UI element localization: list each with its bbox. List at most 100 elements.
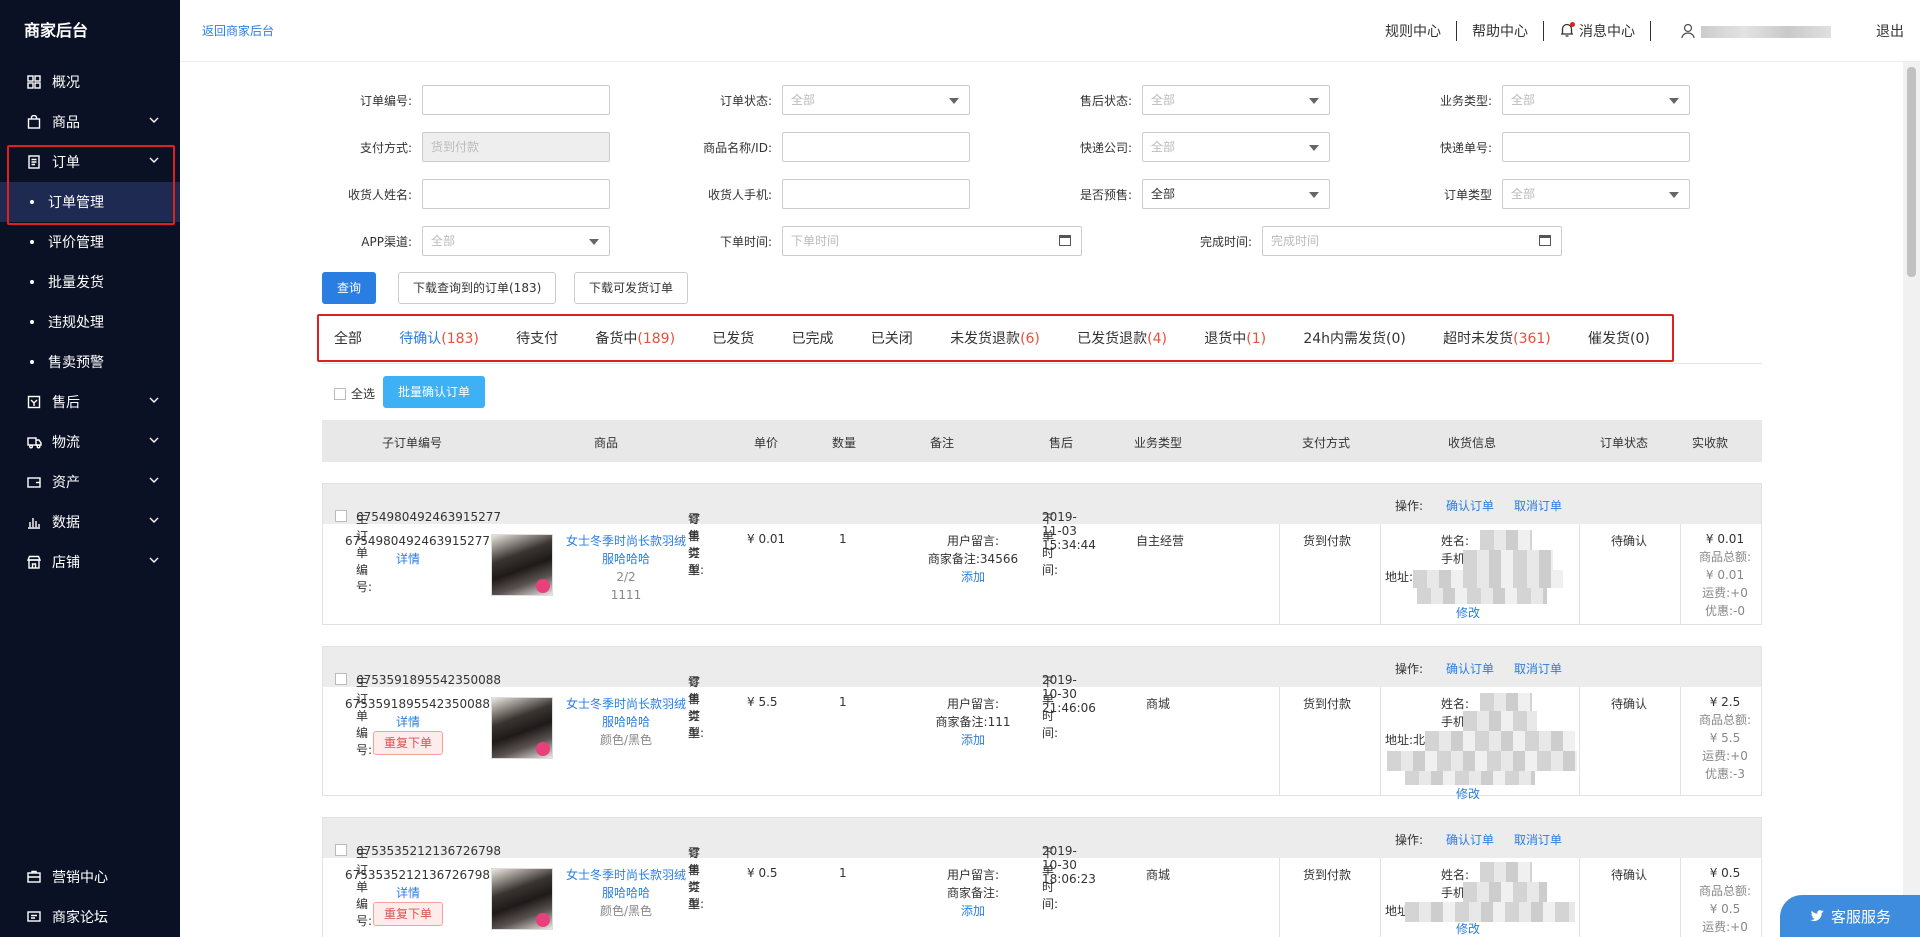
aftersale-status-select[interactable]: 全部 (1142, 85, 1330, 115)
menu-label: 数据 (52, 515, 80, 531)
filter-label: 订单类型 (1443, 187, 1492, 202)
add-note-link[interactable]: 添加 (883, 568, 1063, 586)
tab-pending-confirm[interactable]: 待确认(183) (399, 328, 479, 348)
order-card: 主订单编号: 6754980492463915277 订单类型: 零售订单 下单时间… (322, 483, 1762, 625)
order-status-select[interactable]: 全部 (782, 85, 970, 115)
detail-link[interactable]: 详情 (345, 550, 471, 568)
tab-pending-payment[interactable]: 待支付 (516, 328, 558, 348)
scrollbar-thumb[interactable] (1907, 67, 1916, 277)
help-center-link[interactable]: 帮助中心 (1457, 21, 1543, 41)
cancel-order-link[interactable]: 取消订单 (1514, 660, 1562, 677)
menu-orders[interactable]: 订单 (0, 142, 180, 182)
menu-assets[interactable]: 资产 (0, 462, 180, 502)
confirm-order-link[interactable]: 确认订单 (1446, 831, 1494, 848)
user-menu[interactable] (1651, 23, 1861, 40)
chevron-down-icon (149, 117, 159, 123)
confirm-order-link[interactable]: 确认订单 (1446, 497, 1494, 514)
menu-products[interactable]: 商品 (0, 102, 180, 142)
download-shippable-button[interactable]: 下载可发货订单 (574, 272, 689, 304)
filter-label: 订单状态: (719, 93, 772, 108)
vertical-scrollbar[interactable] (1903, 62, 1920, 937)
filter-label: 支付方式: (359, 140, 412, 155)
reorder-button[interactable]: 重复下单 (372, 902, 443, 926)
presale-select[interactable]: 全部 (1142, 179, 1330, 209)
add-note-link[interactable]: 添加 (883, 731, 1063, 749)
logout-link[interactable]: 退出 (1861, 21, 1920, 41)
menu-store[interactable]: 店铺 (0, 542, 180, 582)
amount-cell: ¥ 0.01 商品总额: ¥ 0.01 运费:+0 优惠:-0 (1685, 530, 1765, 620)
order-type-select[interactable]: 全部 (1502, 179, 1690, 209)
filter-label: 下单时间: (719, 234, 772, 249)
finish-time-picker[interactable]: 完成时间 (1262, 226, 1562, 256)
sidebar-item-batch-shipping[interactable]: 批量发货 (0, 262, 180, 302)
menu-overview[interactable]: 概况 (0, 62, 180, 102)
business-type-select[interactable]: 全部 (1502, 85, 1690, 115)
order-time-picker[interactable]: 下单时间 (782, 226, 1082, 256)
product-name-link[interactable]: 女士冬季时尚长款羽绒服哈哈哈 (563, 695, 689, 731)
tab-preparing[interactable]: 备货中(189) (595, 328, 675, 348)
tab-urge-shipping[interactable]: 催发货(0) (1588, 328, 1650, 348)
batch-confirm-button[interactable]: 批量确认订单 (383, 376, 486, 408)
receiver-phone-input[interactable] (782, 179, 970, 209)
product-cell: 女士冬季时尚长款羽绒服哈哈哈 2/2 1111 (563, 532, 689, 604)
menu-data[interactable]: 数据 (0, 502, 180, 542)
courier-select[interactable]: 全部 (1142, 132, 1330, 162)
download-queried-button[interactable]: 下载查询到的订单(183) (398, 272, 557, 304)
col-product: 商品 (594, 436, 619, 450)
divider (1579, 858, 1580, 937)
product-input[interactable] (782, 132, 970, 162)
edit-address-link[interactable]: 修改 (1383, 920, 1553, 937)
receiver-name-input[interactable] (422, 179, 610, 209)
cancel-order-link[interactable]: 取消订单 (1514, 497, 1562, 514)
tab-overdue[interactable]: 超时未发货(361) (1443, 328, 1551, 348)
select-value: 全部 (1151, 140, 1176, 154)
sidebar-item-violations[interactable]: 违规处理 (0, 302, 180, 342)
tab-completed[interactable]: 已完成 (792, 328, 834, 348)
app-channel-select[interactable]: 全部 (422, 226, 610, 256)
order-no-input[interactable] (422, 85, 610, 115)
tab-closed[interactable]: 已关闭 (871, 328, 913, 348)
sidebar-item-sales-alert[interactable]: 售卖预警 (0, 342, 180, 382)
tracking-input[interactable] (1502, 132, 1690, 162)
filter-aftersale-status: 售后状态: 全部 (1042, 85, 1330, 115)
cancel-order-link[interactable]: 取消订单 (1514, 831, 1562, 848)
menu-logistics[interactable]: 物流 (0, 422, 180, 462)
product-thumbnail[interactable] (491, 534, 553, 596)
product-name-link[interactable]: 女士冬季时尚长款羽绒服哈哈哈 (563, 532, 689, 568)
tab-refund-shipped[interactable]: 已发货退款(4) (1077, 328, 1167, 348)
product-thumbnail[interactable] (491, 868, 553, 930)
reorder-button[interactable]: 重复下单 (372, 731, 443, 755)
confirm-order-link[interactable]: 确认订单 (1446, 660, 1494, 677)
select-value: 全部 (431, 234, 456, 248)
select-all[interactable]: 全选 (334, 385, 375, 402)
tab-refund-unshipped[interactable]: 未发货退款(6) (950, 328, 1040, 348)
select-all-checkbox[interactable] (334, 388, 346, 400)
back-to-merchant-link[interactable]: 返回商家后台 (202, 22, 274, 39)
query-button[interactable]: 查询 (322, 272, 377, 304)
sidebar-item-review-management[interactable]: 评价管理 (0, 222, 180, 262)
tab-returning[interactable]: 退货中(1) (1204, 328, 1266, 348)
menu-forum[interactable]: 商家论坛 (0, 897, 180, 937)
product-name-link[interactable]: 女士冬季时尚长款羽绒服哈哈哈 (563, 866, 689, 902)
payment-value: 货到付款 (431, 140, 480, 154)
sidebar-item-order-management[interactable]: 订单管理 (0, 182, 180, 222)
business-type: 商城 (1146, 868, 1171, 882)
detail-link[interactable]: 详情 (345, 713, 471, 731)
tab-all[interactable]: 全部 (334, 328, 362, 348)
add-note-link[interactable]: 添加 (883, 902, 1063, 920)
filter-product: 商品名称/ID: (682, 132, 970, 162)
note-cell: 用户留言: 商家备注:111 添加 (883, 695, 1063, 749)
amount-cell: ¥ 0.5 商品总额: ¥ 0.5 运费:+0 (1685, 864, 1765, 936)
edit-address-link[interactable]: 修改 (1383, 785, 1553, 803)
tab-shipped[interactable]: 已发货 (712, 328, 754, 348)
tab-ship-within-24h[interactable]: 24h内需发货(0) (1303, 328, 1406, 348)
rules-center-link[interactable]: 规则中心 (1370, 21, 1456, 41)
edit-address-link[interactable]: 修改 (1383, 604, 1553, 622)
menu-marketing[interactable]: 营销中心 (0, 857, 180, 897)
detail-link[interactable]: 详情 (345, 884, 471, 902)
message-center-link[interactable]: 消息中心 (1544, 21, 1650, 41)
product-thumbnail[interactable] (491, 697, 553, 759)
truck-icon (26, 434, 42, 450)
menu-aftersale[interactable]: 售后 (0, 382, 180, 422)
customer-service-button[interactable]: 客服服务 (1780, 895, 1920, 937)
